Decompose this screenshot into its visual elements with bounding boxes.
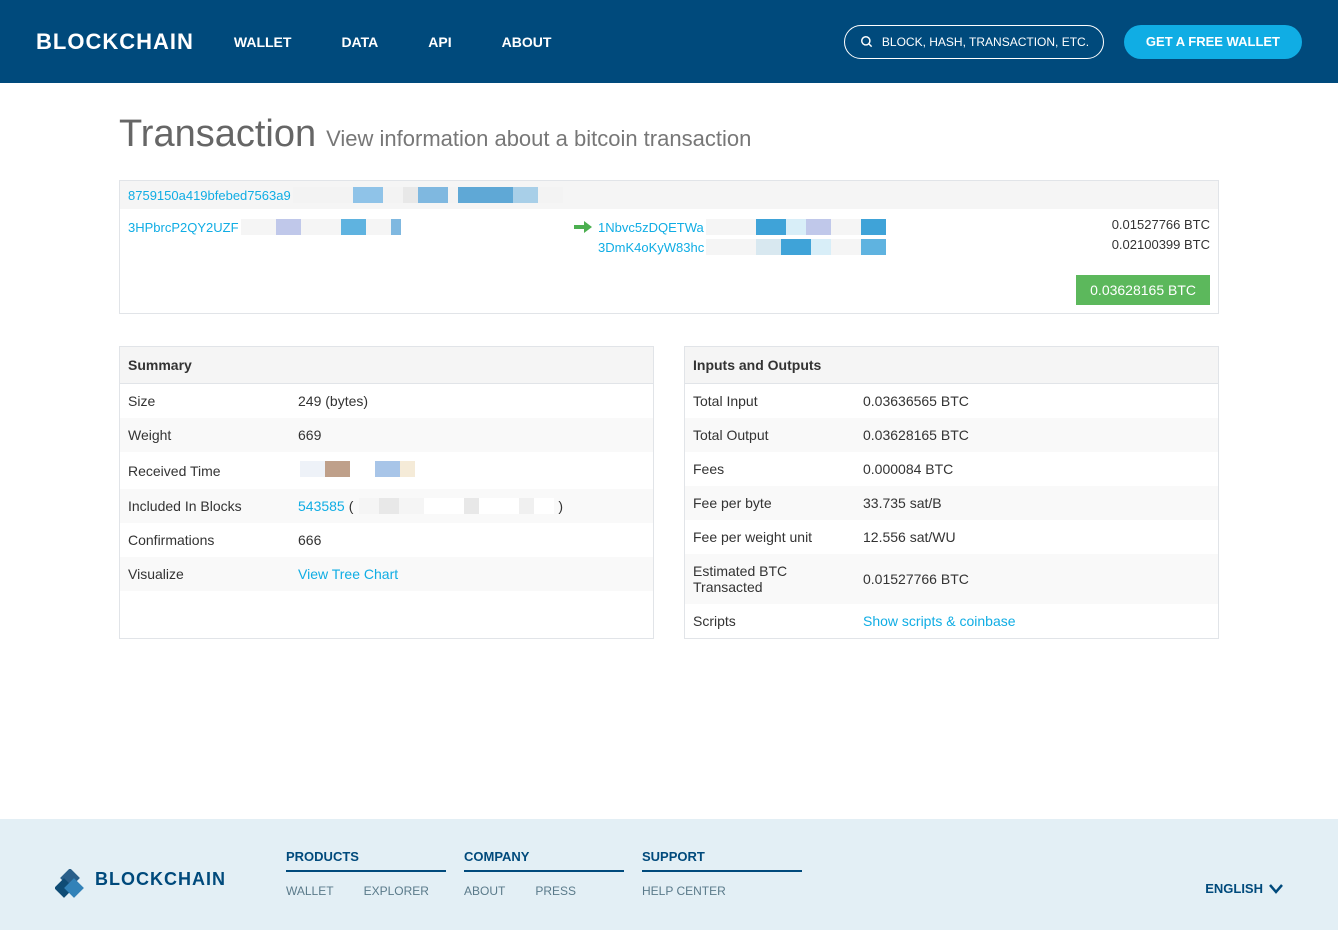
input-address-link[interactable]: 3HPbrcP2QY2UZF [128, 220, 239, 235]
received-value [290, 452, 653, 489]
nav: WALLET DATA API ABOUT [234, 34, 551, 50]
footer: BLOCKCHAIN PRODUCTS WALLET EXPLORER COMP… [0, 819, 1338, 930]
footer-about-link[interactable]: ABOUT [464, 882, 505, 900]
size-label: Size [120, 384, 290, 418]
view-tree-chart-link[interactable]: View Tree Chart [298, 566, 398, 582]
included-label: Included In Blocks [120, 489, 290, 523]
tx-outputs: 1Nbvc5zDQETWa 0.01527766 BTC 3DmK4oKyW83… [598, 217, 1210, 257]
tx-hash-row: 8759150a419bfebed7563a9 [120, 181, 1218, 209]
footer-press-link[interactable]: PRESS [535, 882, 576, 900]
footer-company-heading: COMPANY [464, 849, 624, 872]
footer-products-heading: PRODUCTS [286, 849, 446, 872]
header-right: GET A FREE WALLET [844, 25, 1302, 59]
tx-hash-link[interactable]: 8759150a419bfebed7563a9 [128, 188, 291, 203]
summary-heading: Summary [120, 347, 653, 384]
blockchain-icon [55, 869, 85, 899]
confirmations-value: 666 [290, 523, 653, 557]
show-scripts-link[interactable]: Show scripts & coinbase [863, 613, 1016, 629]
summary-panel: Summary Size249 (bytes) Weight669 Receiv… [119, 346, 654, 639]
search-icon [860, 35, 874, 49]
output-address-link-0[interactable]: 1Nbvc5zDQETWa [598, 220, 704, 235]
redacted-hash [293, 187, 563, 203]
search-input[interactable] [882, 35, 1088, 49]
weight-value: 669 [290, 418, 653, 452]
footer-help-link[interactable]: HELP CENTER [642, 882, 726, 900]
tx-arrow [568, 217, 598, 235]
get-wallet-button[interactable]: GET A FREE WALLET [1124, 25, 1302, 59]
scripts-label: Scripts [685, 604, 855, 638]
block-link[interactable]: 543585 [298, 498, 345, 514]
fee-wu-value: 12.556 sat/WU [855, 520, 1218, 554]
footer-explorer-link[interactable]: EXPLORER [364, 882, 429, 900]
fees-label: Fees [685, 452, 855, 486]
transaction-box: 8759150a419bfebed7563a9 3HPbrcP2QY2UZF [119, 180, 1219, 314]
nav-api[interactable]: API [428, 34, 451, 50]
redacted-output-1 [706, 239, 886, 255]
header: BLOCKCHAIN WALLET DATA API ABOUT GET A F… [0, 0, 1338, 83]
total-output-label: Total Output [685, 418, 855, 452]
redacted-input-addr [241, 219, 401, 235]
output-address-link-1[interactable]: 3DmK4oKyW83hc [598, 240, 704, 255]
fee-wu-label: Fee per weight unit [685, 520, 855, 554]
footer-logo[interactable]: BLOCKCHAIN [55, 849, 226, 900]
fees-value: 0.000084 BTC [855, 452, 1218, 486]
total-input-label: Total Input [685, 384, 855, 418]
nav-wallet[interactable]: WALLET [234, 34, 292, 50]
fee-byte-value: 33.735 sat/B [855, 486, 1218, 520]
io-panel: Inputs and Outputs Total Input0.03636565… [684, 346, 1219, 639]
total-output-value: 0.03628165 BTC [855, 418, 1218, 452]
nav-about[interactable]: ABOUT [502, 34, 552, 50]
io-heading: Inputs and Outputs [685, 347, 1218, 384]
page-subtitle: View information about a bitcoin transac… [326, 126, 751, 152]
est-btc-value: 0.01527766 BTC [855, 554, 1218, 604]
size-value: 249 (bytes) [290, 384, 653, 418]
footer-wallet-link[interactable]: WALLET [286, 882, 334, 900]
redacted-output-0 [706, 219, 886, 235]
included-value: 543585 () [290, 489, 653, 523]
logo[interactable]: BLOCKCHAIN [36, 29, 194, 55]
search-box[interactable] [844, 25, 1104, 59]
arrow-right-icon [574, 219, 592, 235]
output-amount-0: 0.01527766 BTC [1112, 217, 1210, 237]
visualize-label: Visualize [120, 557, 290, 591]
footer-support-heading: SUPPORT [642, 849, 802, 872]
fee-byte-label: Fee per byte [685, 486, 855, 520]
output-amount-1: 0.02100399 BTC [1112, 237, 1210, 257]
total-input-value: 0.03636565 BTC [855, 384, 1218, 418]
tx-inputs: 3HPbrcP2QY2UZF [128, 217, 568, 237]
confirmations-label: Confirmations [120, 523, 290, 557]
weight-label: Weight [120, 418, 290, 452]
page-title: Transaction View information about a bit… [119, 113, 1219, 156]
received-label: Received Time [120, 452, 290, 489]
est-btc-label: Estimated BTC Transacted [685, 554, 855, 604]
nav-data[interactable]: DATA [341, 34, 378, 50]
page-heading: Transaction [119, 113, 316, 156]
language-selector[interactable]: ENGLISH [1205, 849, 1283, 900]
total-amount-badge: 0.03628165 BTC [1076, 275, 1210, 305]
